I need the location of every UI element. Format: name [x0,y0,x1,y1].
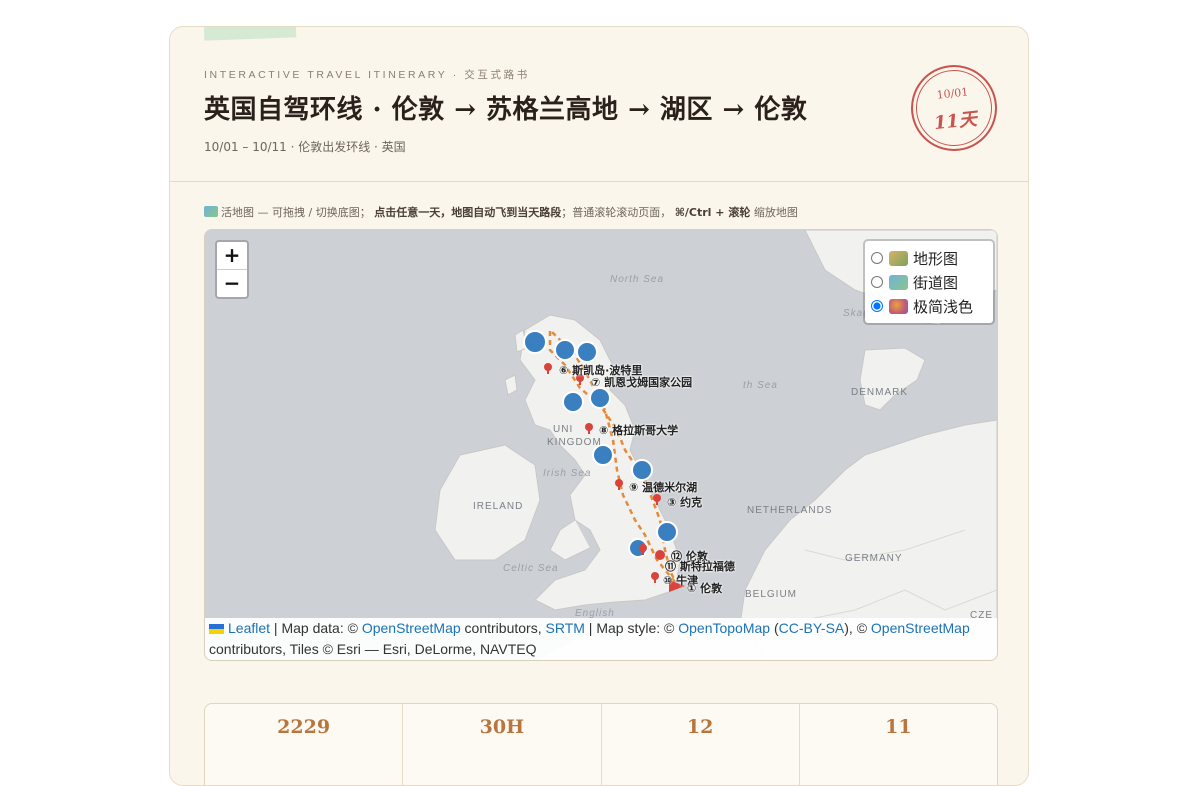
basemap-switcher: 地形图 街道图 极简浅色 [863,239,995,325]
basemap-radio-street[interactable] [871,276,883,288]
page-title: 英国自驾环线 · 伦敦 → 苏格兰高地 → 湖区 → 伦敦 [204,95,808,125]
osm-link-2[interactable]: OpenStreetMap [871,620,970,636]
itinerary-card: INTERACTIVE TRAVEL ITINERARY · 交互式路书 英国自… [169,26,1029,786]
stamp-date: 10/01 [936,85,969,102]
map-attribution: Leaflet | Map data: © OpenStreetMap cont… [205,618,997,660]
srtm-link[interactable]: SRTM [546,620,585,636]
map-label-country: DENMARK [851,387,909,398]
itinerary-map[interactable]: North Sea th Sea Skag DENMARK UNI KINGDO… [204,229,998,661]
map-hint: 活地图 — 可拖拽 / 切换底图； 点击任意一天，地图自动飞到当天路段；普通滚轮… [204,204,798,220]
map-label-sea: Irish Sea [543,468,592,479]
map-label-sea: th Sea [743,380,778,391]
attribution-text: ( [770,620,779,636]
cc-by-sa-link[interactable]: CC-BY-SA [779,620,845,636]
zoom-out-button[interactable]: − [217,269,247,297]
zoom-in-button[interactable]: + [217,242,247,269]
palette-icon [889,298,908,314]
date-stamp: 10/01 11天 [906,60,1002,156]
place-label-cairngorms[interactable]: ⑦ 凯恩戈姆国家公园 [591,374,692,390]
terrain-icon [889,250,908,266]
header-divider [170,181,1028,182]
page-subtitle: 10/01 – 10/11 · 伦敦出发环线 · 英国 [204,140,406,154]
attribution-text: contributors, [460,620,546,636]
eyebrow-text: INTERACTIVE TRAVEL ITINERARY · 交互式路书 [204,69,530,81]
basemap-option-terrain[interactable]: 地形图 [871,246,993,270]
attribution-text: | Map style: © [584,620,679,636]
place-label-windermere[interactable]: ⑨ 温德米尔湖 [629,479,697,495]
attribution-text: contributors, Tiles © Esri — Esri, DeLor… [209,641,537,657]
hint-text-5: 缩放地图 [753,206,798,219]
attribution-text: ), © [844,620,871,636]
map-label-country: KINGDOM [547,437,602,448]
stamp-days: 11天 [932,108,978,135]
stat-value: 2229 [277,716,331,738]
map-label-country: GERMANY [845,553,903,564]
street-map-icon [889,274,908,290]
hint-shortcut: ⌘/Ctrl + 滚轮 [674,206,751,219]
stat-value: 11 [885,716,912,738]
map-label-country: IRELAND [473,501,524,512]
osm-link[interactable]: OpenStreetMap [362,620,461,636]
basemap-label: 极简浅色 [913,297,974,316]
place-label-london-start[interactable]: ① 伦敦 [687,580,722,596]
hint-text-3: ；普通滚轮滚动页面， [561,206,672,219]
trip-stats: 2229 30H 12 11 [204,703,998,785]
map-label-country: BELGIUM [745,589,798,600]
attribution-text: | Map data: © [270,620,362,636]
leaflet-link[interactable]: Leaflet [228,620,270,636]
stat-drive-time: 30H [403,704,602,785]
stat-value: 30H [479,716,525,738]
decorative-tape [203,27,297,41]
basemap-radio-minimal[interactable] [871,300,883,312]
map-label-country: NETHERLANDS [747,505,833,516]
opentopomap-link[interactable]: OpenTopoMap [678,620,770,636]
map-label-sea: Celtic Sea [503,563,559,574]
stat-value: 12 [686,716,714,738]
basemap-radio-terrain[interactable] [871,252,883,264]
stat-days: 11 [800,704,997,785]
stat-stops: 12 [602,704,800,785]
hint-text-1: 活地图 — 可拖拽 / 切换底图； [221,206,371,219]
ukraine-flag-icon [209,624,224,634]
place-label-glasgow[interactable]: ⑧ 格拉斯哥大学 [599,422,678,438]
hint-text-2: 点击任意一天，地图自动飞到当天路段 [374,206,562,219]
basemap-option-street[interactable]: 街道图 [871,270,993,294]
zoom-control: + − [215,240,249,299]
map-icon [204,206,218,217]
stat-distance: 2229 [205,704,404,785]
basemap-label: 地形图 [913,249,959,268]
basemap-label: 街道图 [913,273,959,292]
map-label-sea: North Sea [610,274,665,285]
map-label-country: UNI [553,424,574,435]
basemap-option-minimal[interactable]: 极简浅色 [871,294,993,318]
place-label-york[interactable]: ③ 约克 [667,494,702,510]
